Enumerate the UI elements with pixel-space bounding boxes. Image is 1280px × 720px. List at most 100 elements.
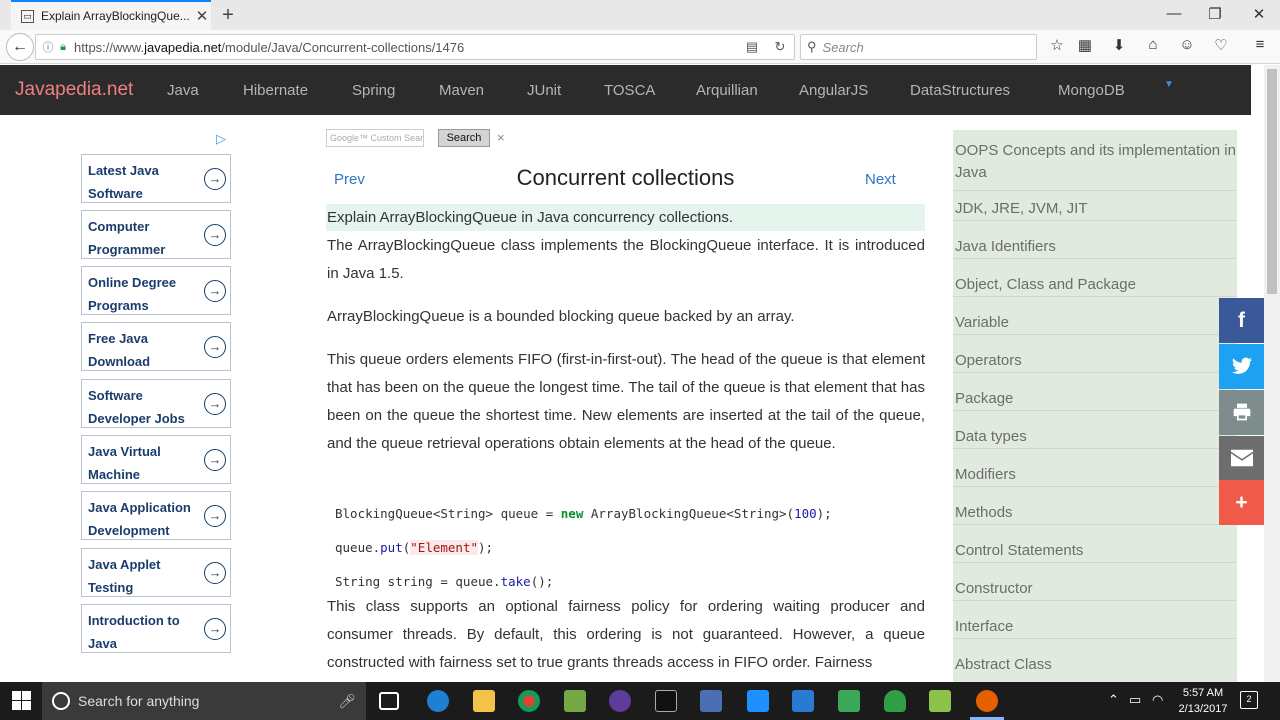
- windows-taskbar: Search for anything 🎤︎ ⌃ ▭ ◠ 5:57 AM 2/1…: [0, 682, 1280, 720]
- menu-icon[interactable]: ≡: [1249, 36, 1271, 53]
- sidebar-link[interactable]: Modifiers: [953, 464, 1237, 487]
- ad-link[interactable]: Java Applet Testing →: [81, 548, 231, 597]
- task-view-icon[interactable]: [379, 692, 399, 710]
- sidebar-link[interactable]: Constructor: [953, 578, 1237, 601]
- menu-arquillian[interactable]: Arquillian: [696, 82, 758, 99]
- taskbar-search-input[interactable]: Search for anything 🎤︎: [42, 682, 366, 720]
- chat-icon[interactable]: ☺: [1176, 36, 1198, 53]
- site-brand[interactable]: Javapedia.net: [15, 79, 133, 101]
- sidebar-link[interactable]: OOPS Concepts and its implementation in …: [953, 139, 1237, 191]
- new-tab-button[interactable]: +: [218, 4, 238, 27]
- bookmarks-list-icon[interactable]: ▦: [1074, 36, 1096, 54]
- bookmark-star-icon[interactable]: ☆: [1046, 36, 1068, 54]
- reload-icon[interactable]: ↻: [766, 39, 794, 55]
- plus-icon[interactable]: +: [1219, 480, 1264, 525]
- next-link[interactable]: Next: [865, 171, 896, 188]
- page-icon: ▭: [21, 9, 34, 23]
- reader-view-icon[interactable]: ▤: [738, 39, 766, 55]
- url-text[interactable]: https://www.javapedia.net/module/Java/Co…: [74, 40, 738, 55]
- menu-tosca[interactable]: TOSCA: [604, 82, 655, 99]
- minimize-icon[interactable]: —: [1164, 5, 1184, 22]
- close-icon[interactable]: ✕: [193, 7, 211, 25]
- sidebar-link[interactable]: Operators: [953, 350, 1237, 373]
- site-search-button[interactable]: Search: [438, 129, 490, 147]
- sidebar-link[interactable]: Abstract Class: [953, 654, 1237, 676]
- app-icon[interactable]: [564, 690, 586, 712]
- outlook-icon[interactable]: [747, 690, 769, 712]
- menu-junit[interactable]: JUnit: [527, 82, 561, 99]
- restore-icon[interactable]: ❐: [1205, 5, 1225, 23]
- page-scrollbar[interactable]: [1264, 65, 1280, 682]
- download-icon[interactable]: ⬇: [1108, 36, 1130, 54]
- home-icon[interactable]: ⌂: [1142, 36, 1164, 53]
- menu-datastructures[interactable]: DataStructures: [910, 82, 1010, 99]
- ad-link[interactable]: Java Virtual Machine →: [81, 435, 231, 484]
- facebook-icon[interactable]: f: [1219, 298, 1264, 343]
- notification-icon[interactable]: 2: [1240, 691, 1258, 709]
- more-menu-caret-icon[interactable]: ▼: [1164, 79, 1174, 90]
- ad-link[interactable]: Free Java Download →: [81, 322, 231, 371]
- wifi-icon[interactable]: ◠: [1152, 692, 1163, 708]
- sidebar-link[interactable]: Interface: [953, 616, 1237, 639]
- file-explorer-icon[interactable]: [473, 690, 495, 712]
- ad-link[interactable]: Introduction to Java →: [81, 604, 231, 653]
- browser-tab[interactable]: ▭ Explain ArrayBlockingQue... ✕: [11, 0, 211, 30]
- terminal-icon[interactable]: [655, 690, 677, 712]
- ad-link[interactable]: Latest Java Software →: [81, 154, 231, 203]
- sidebar-link[interactable]: Java Identifiers: [953, 236, 1237, 259]
- ad-link[interactable]: Computer Programmer →: [81, 210, 231, 259]
- image-viewer-icon[interactable]: [838, 690, 860, 712]
- chrome-icon[interactable]: [518, 690, 540, 712]
- sidebar-link[interactable]: Data types: [953, 426, 1237, 449]
- ad-link-label: Java Virtual Machine: [88, 444, 161, 482]
- microphone-icon[interactable]: 🎤︎: [338, 693, 356, 710]
- menu-mongodb[interactable]: MongoDB: [1058, 82, 1125, 99]
- clock-date: 2/13/2017: [1178, 703, 1228, 715]
- ad-link[interactable]: Software Developer Jobs →: [81, 379, 231, 428]
- print-icon[interactable]: [1219, 390, 1264, 435]
- adchoices-icon[interactable]: ▷: [216, 131, 226, 147]
- prev-link[interactable]: Prev: [334, 171, 365, 188]
- sidebar-link[interactable]: Methods: [953, 502, 1237, 525]
- menu-hibernate[interactable]: Hibernate: [243, 82, 308, 99]
- arrow-right-icon: →: [204, 618, 226, 640]
- visual-studio-code-icon[interactable]: [792, 690, 814, 712]
- taskbar-clock[interactable]: 5:57 AM 2/13/2017: [1172, 685, 1234, 717]
- menu-maven[interactable]: Maven: [439, 82, 484, 99]
- sidebar-link[interactable]: Object, Class and Package: [953, 274, 1237, 297]
- email-icon[interactable]: [1219, 436, 1264, 481]
- notepad-icon[interactable]: [929, 690, 951, 712]
- leaf-app-icon[interactable]: [884, 690, 906, 712]
- eclipse-icon[interactable]: [609, 690, 631, 712]
- tray-expand-icon[interactable]: ⌃: [1108, 692, 1119, 708]
- scrollbar-thumb[interactable]: [1267, 69, 1277, 294]
- sidebar-link[interactable]: JDK, JRE, JVM, JIT: [953, 198, 1237, 221]
- pocket-icon[interactable]: ♡: [1210, 36, 1232, 54]
- windows-start-icon[interactable]: [12, 691, 32, 711]
- sidebar-link[interactable]: Control Statements: [953, 540, 1237, 563]
- ad-link-label: Online Degree Programs: [88, 275, 177, 313]
- clear-search-icon[interactable]: ×: [497, 130, 505, 145]
- address-bar[interactable]: ⓘ 🔒︎ https://www.javapedia.net/module/Ja…: [35, 34, 795, 60]
- answer-paragraph: ArrayBlockingQueue is a bounded blocking…: [327, 308, 795, 325]
- battery-icon[interactable]: ▭: [1129, 692, 1141, 708]
- twitter-icon[interactable]: [1219, 344, 1264, 389]
- lock-icon: 🔒︎: [60, 40, 66, 53]
- menu-spring[interactable]: Spring: [352, 82, 395, 99]
- browser-search-input[interactable]: ⚲ Search: [800, 34, 1037, 60]
- window-close-icon[interactable]: ✕: [1249, 5, 1269, 23]
- site-search-input[interactable]: Google™ Custom Search: [326, 129, 424, 147]
- menu-angularjs[interactable]: AngularJS: [799, 82, 868, 99]
- network-app-icon[interactable]: [700, 690, 722, 712]
- edge-browser-icon[interactable]: [427, 690, 449, 712]
- firefox-icon[interactable]: [976, 690, 998, 712]
- search-placeholder: Search: [822, 39, 864, 55]
- code-line: String string = queue.take();: [335, 574, 554, 589]
- ad-link[interactable]: Online Degree Programs →: [81, 266, 231, 315]
- info-icon[interactable]: ⓘ: [40, 39, 56, 55]
- menu-java[interactable]: Java: [167, 82, 199, 99]
- sidebar-link[interactable]: Variable: [953, 312, 1237, 335]
- sidebar-link[interactable]: Package: [953, 388, 1237, 411]
- ad-link[interactable]: Java Application Development →: [81, 491, 231, 540]
- back-button[interactable]: ←: [6, 33, 34, 61]
